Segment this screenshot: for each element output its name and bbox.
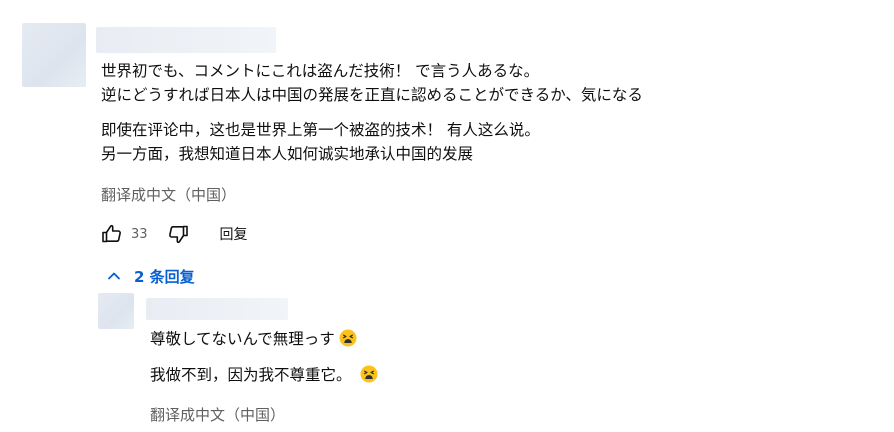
comment-translation-line: 另一方面，我想知道日本人如何诚实地承认中国的发展 bbox=[101, 145, 474, 163]
reply-author-name-redacted[interactable] bbox=[146, 298, 288, 320]
chevron-up-icon bbox=[106, 268, 122, 284]
comment-thread: 世界初でも、コメントにこれは盗んだ技術！ で言う人あるな。 逆にどうすれば日本人… bbox=[0, 0, 894, 432]
author-name-redacted[interactable] bbox=[96, 27, 276, 53]
reply-translate-link[interactable]: 翻译成中文（中国） bbox=[150, 404, 285, 426]
reply-text-content: 尊敬してないんで無理っす bbox=[150, 330, 335, 348]
dislike-button[interactable] bbox=[162, 218, 194, 250]
avatar[interactable] bbox=[22, 23, 86, 87]
thumbs-up-icon bbox=[102, 224, 121, 243]
comment-text-line: 逆にどうすれば日本人は中国の発展を正直に認めることができるか、気になる bbox=[101, 86, 643, 104]
reply-button[interactable]: 回复 bbox=[220, 224, 248, 244]
reply-translation-content: 我做不到，因为我不尊重它。 bbox=[150, 366, 352, 384]
translate-link[interactable]: 翻译成中文（中国） bbox=[101, 184, 236, 206]
tired-face-emoji bbox=[339, 329, 357, 347]
tired-face-emoji bbox=[360, 365, 378, 383]
comment-translation-line: 即使在评论中，这也是世界上第一个被盗的技术！ 有人这么说。 bbox=[101, 121, 540, 139]
replies-count-label: 2 条回复 bbox=[134, 267, 195, 286]
replies-toggle[interactable]: 2 条回复 bbox=[106, 263, 195, 289]
reply-avatar[interactable] bbox=[98, 293, 134, 329]
reply-text: 尊敬してないんで無理っす bbox=[150, 328, 357, 350]
comment-actions: 33 回复 bbox=[96, 218, 248, 250]
like-count: 33 bbox=[131, 226, 148, 242]
like-button[interactable] bbox=[96, 218, 128, 250]
reply-translation: 我做不到，因为我不尊重它。 bbox=[150, 364, 378, 386]
comment-text-line: 世界初でも、コメントにこれは盗んだ技術！ で言う人あるな。 bbox=[101, 62, 540, 80]
thumbs-down-icon bbox=[168, 225, 188, 244]
